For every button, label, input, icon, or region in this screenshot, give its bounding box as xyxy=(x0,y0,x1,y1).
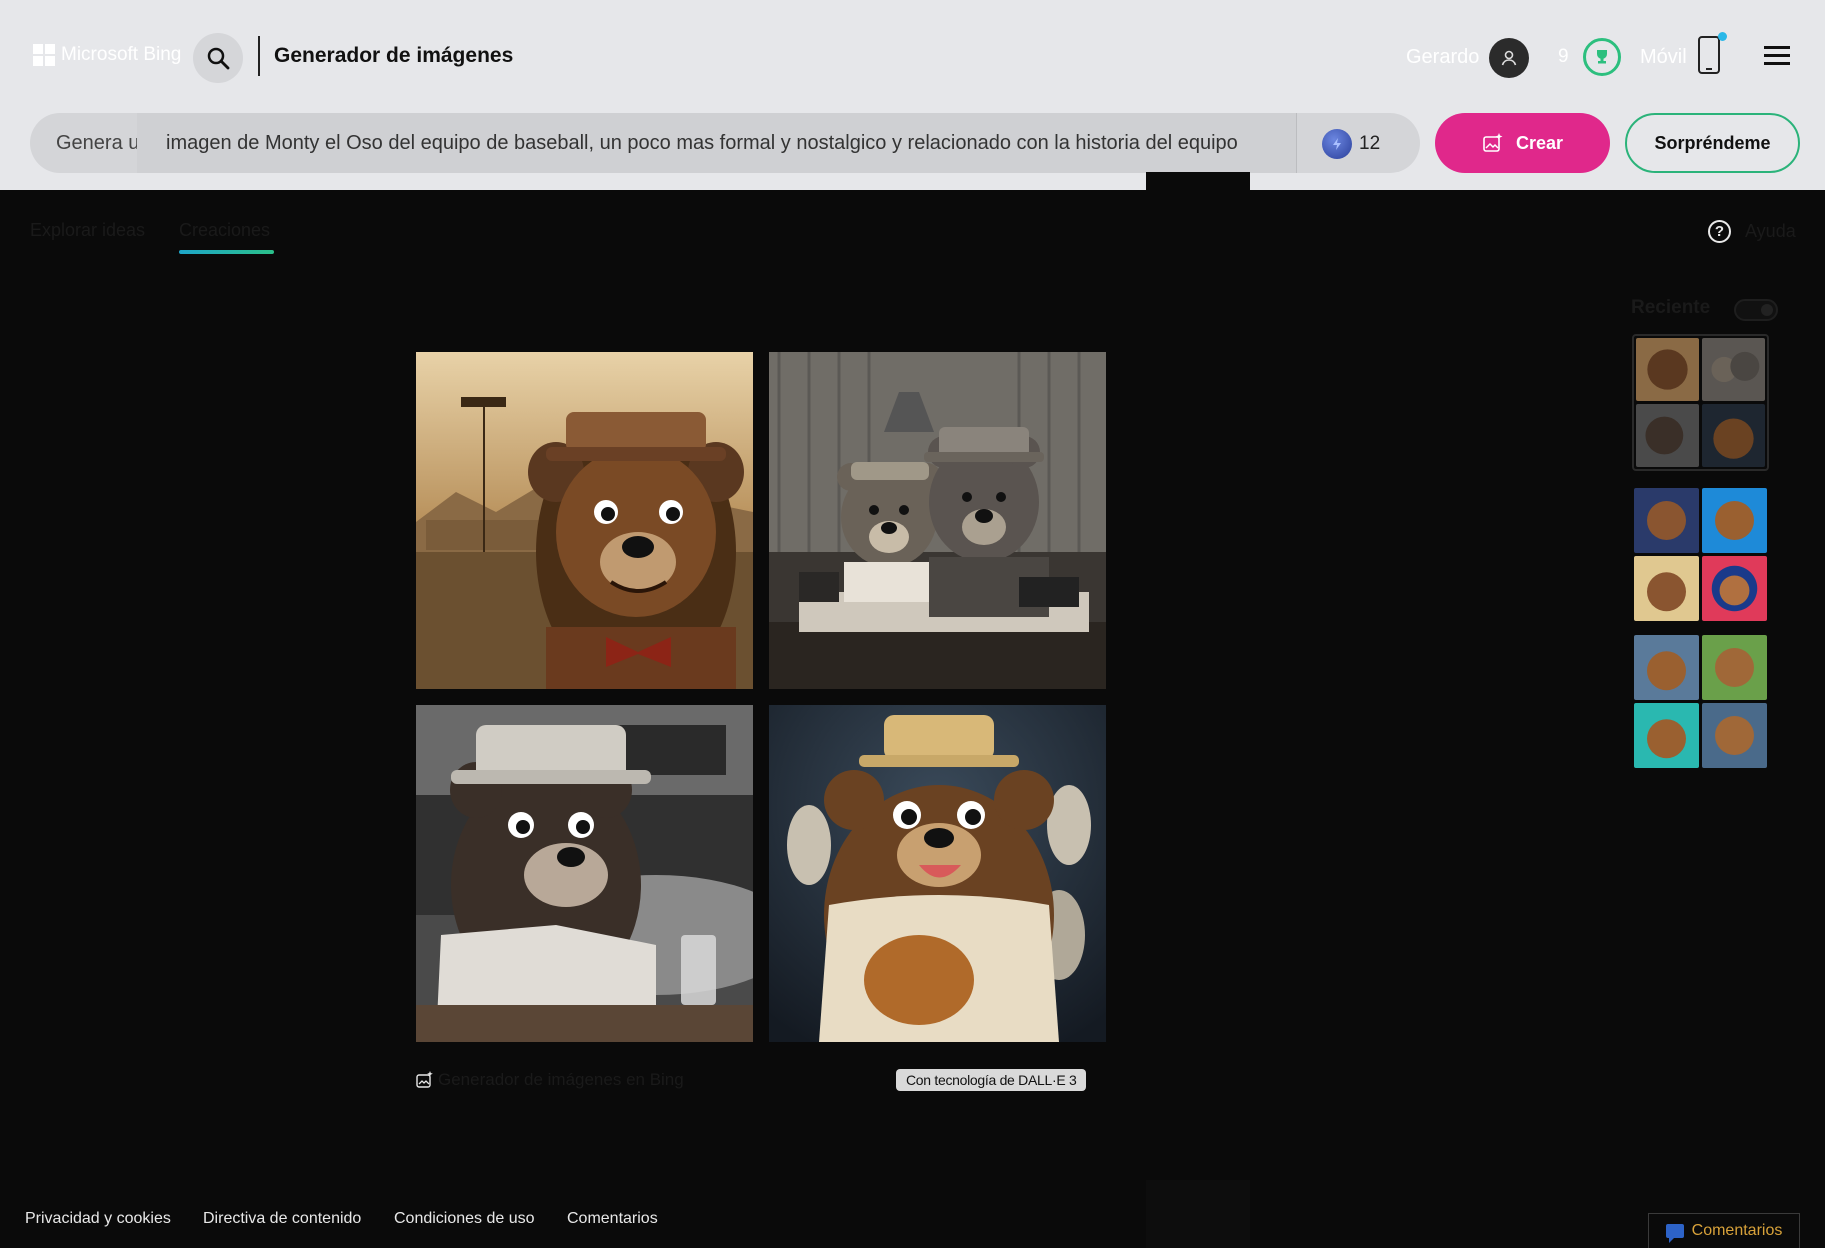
feedback-button[interactable]: Comentarios xyxy=(1648,1213,1800,1248)
rewards-trophy-icon[interactable] xyxy=(1583,38,1621,76)
active-tab-indicator xyxy=(179,250,274,254)
image-creator-icon xyxy=(416,1071,433,1088)
tab-creations[interactable]: Creaciones xyxy=(179,220,270,241)
create-button[interactable]: Crear xyxy=(1435,113,1610,173)
dalle-badge: Con tecnología de DALL·E 3 xyxy=(896,1069,1087,1091)
surprise-button[interactable]: Sorpréndeme xyxy=(1625,113,1800,173)
recent-thumb xyxy=(1702,703,1767,768)
rewards-points[interactable]: 9 xyxy=(1558,46,1569,68)
avatar[interactable] xyxy=(1489,38,1529,78)
recent-thumb xyxy=(1634,556,1699,621)
menu-icon[interactable] xyxy=(1764,46,1790,66)
recent-toggle[interactable] xyxy=(1734,299,1778,321)
help-link[interactable]: Ayuda xyxy=(1745,221,1796,242)
boost-count: 12 xyxy=(1359,133,1381,154)
terms-link[interactable]: Condiciones de uso xyxy=(394,1210,535,1228)
footer-strip xyxy=(1146,1180,1250,1248)
recent-thumb xyxy=(1702,556,1767,621)
comment-icon xyxy=(1665,1224,1684,1243)
logo-text: Microsoft Bing xyxy=(61,44,182,65)
header-notch xyxy=(1146,172,1250,190)
mobile-label[interactable]: Móvil xyxy=(1640,46,1687,69)
tab-explore-ideas[interactable]: Explorar ideas xyxy=(30,220,145,241)
user-name[interactable]: Gerardo xyxy=(1406,46,1479,69)
prompt-input-value[interactable]: imagen de Monty el Oso del equipo de bas… xyxy=(166,132,1238,155)
recent-thumb xyxy=(1702,635,1767,700)
prompt-divider xyxy=(1296,113,1297,173)
phone-icon[interactable] xyxy=(1698,36,1720,74)
recent-group-2[interactable] xyxy=(1632,486,1769,623)
recent-thumb xyxy=(1634,488,1699,553)
privacy-link[interactable]: Privacidad y cookies xyxy=(25,1210,171,1228)
generated-image-2[interactable] xyxy=(769,352,1106,689)
bing-logo[interactable]: Microsoft Bing xyxy=(33,44,181,66)
microsoft-logo-icon xyxy=(33,44,55,66)
recent-thumb xyxy=(1636,404,1699,467)
generated-image-1[interactable] xyxy=(416,352,753,689)
recent-thumb xyxy=(1702,338,1765,401)
search-button[interactable] xyxy=(193,33,243,83)
header-divider xyxy=(258,36,260,76)
recent-group-3[interactable] xyxy=(1632,633,1769,770)
recent-thumb xyxy=(1702,404,1765,467)
user-icon xyxy=(1501,50,1517,66)
help-icon[interactable]: ? xyxy=(1708,220,1731,243)
create-button-label: Crear xyxy=(1515,132,1564,153)
prompt-bar: Genera u imagen de Monty el Oso del equi… xyxy=(30,113,1420,173)
recent-label: Reciente xyxy=(1631,297,1711,318)
feedback-link[interactable]: Comentarios xyxy=(567,1210,658,1228)
notification-dot xyxy=(1718,32,1727,41)
feedback-button-label: Comentarios xyxy=(1691,1222,1783,1239)
surprise-button-label: Sorpréndeme xyxy=(1654,132,1771,153)
recent-thumb xyxy=(1702,488,1767,553)
recent-group-1[interactable] xyxy=(1632,334,1769,471)
page-title[interactable]: Generador de imágenes xyxy=(274,44,513,68)
generated-image-3[interactable] xyxy=(416,705,753,1042)
bing-image-creator-caption[interactable]: Generador de imágenes en Bing xyxy=(416,1070,684,1090)
recent-thumb xyxy=(1634,703,1699,768)
generated-image-4[interactable] xyxy=(769,705,1106,1042)
image-sparkle-icon xyxy=(1483,133,1503,152)
search-icon xyxy=(207,47,230,70)
prompt-placeholder: Genera u xyxy=(56,132,140,154)
recent-thumb xyxy=(1634,635,1699,700)
recent-thumb xyxy=(1636,338,1699,401)
boost-icon[interactable] xyxy=(1322,129,1352,159)
top-header: Microsoft Bing Generador de imágenes Ger… xyxy=(0,0,1825,190)
content-policy-link[interactable]: Directiva de contenido xyxy=(203,1210,361,1228)
